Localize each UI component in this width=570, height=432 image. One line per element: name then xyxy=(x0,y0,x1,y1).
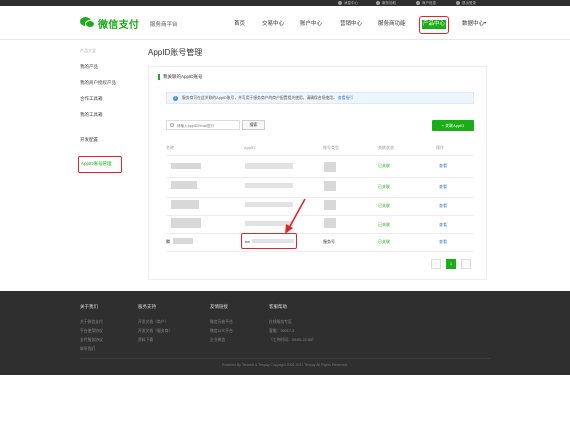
search-button[interactable]: 搜索 xyxy=(242,120,265,130)
column-header-name: 名称 xyxy=(166,145,174,150)
footer-link[interactable]: 开发文档（服务商） xyxy=(138,329,172,334)
search-input[interactable] xyxy=(177,122,237,129)
view-link[interactable]: 查看 xyxy=(439,163,447,169)
nav-transactions[interactable]: 交易中心 xyxy=(262,19,284,27)
search-icon xyxy=(170,123,174,127)
footer-link[interactable]: 企业微信 xyxy=(210,338,225,343)
page-title: AppID账号管理 xyxy=(148,48,203,57)
view-link[interactable]: 查看 xyxy=(439,222,447,228)
footer-heading-about: 关于我们 xyxy=(80,304,98,309)
footer-heading-help: 客服帮助 xyxy=(269,304,287,309)
status-badge: 已关联 xyxy=(378,203,390,208)
footer-link[interactable]: 平台使用协议 xyxy=(80,329,103,334)
sidebar-item-appid-management[interactable]: AppID账号管理 xyxy=(78,156,122,173)
table-divider xyxy=(166,155,474,156)
notice-banner: i 服务商可在此关联的AppID账号，并可用于服务商户的商户配置相关使用。请确保… xyxy=(166,92,474,104)
main-header: 微信支付 服务商平台 首页 交易中心 账户中心 营销中心 服务商功能 产品中心 … xyxy=(0,6,570,40)
table-divider xyxy=(166,197,474,198)
footer-link[interactable]: 微信开放平台 xyxy=(210,320,233,325)
footer-heading-links: 友情链接 xyxy=(210,304,228,309)
search-box xyxy=(166,120,240,130)
redacted-name xyxy=(171,163,201,169)
status-badge: 已关联 xyxy=(378,163,390,168)
page-1-button[interactable]: 1 xyxy=(446,259,456,269)
account-type: 服务号 xyxy=(323,239,335,244)
view-link[interactable]: 查看 xyxy=(439,239,447,245)
footer-link[interactable]: 资料下载 xyxy=(138,338,153,343)
redacted-type xyxy=(324,218,336,228)
footer-link[interactable]: 联系我们 xyxy=(80,347,95,352)
user-icon xyxy=(456,1,460,6)
sidebar-item-my-products[interactable]: 我的产品 xyxy=(80,64,98,70)
redacted-appid xyxy=(245,163,293,169)
redacted-name xyxy=(171,181,197,189)
footer-divider xyxy=(80,358,490,359)
table-divider xyxy=(166,233,474,234)
sidebar-item-my-toolbox[interactable]: 我的工具箱 xyxy=(80,112,103,118)
support-icon xyxy=(376,1,380,6)
redacted-appid xyxy=(245,183,293,188)
prev-page-button[interactable]: ‹ xyxy=(431,259,441,269)
footer-link[interactable]: 关于微信支付 xyxy=(80,320,103,325)
column-header-appid: AppID xyxy=(244,145,256,150)
redacted-appid xyxy=(245,202,293,207)
footer-text: （工作时间：09:00-22:00） xyxy=(269,338,316,342)
sidebar-item-toolbox[interactable]: 合作工具箱 xyxy=(80,96,103,102)
table-divider xyxy=(166,251,474,252)
redacted-type xyxy=(324,162,336,172)
account-name: 腾 xyxy=(166,239,170,244)
footer-link[interactable]: 在线服务专区 xyxy=(269,320,292,325)
status-badge: 已关联 xyxy=(378,239,390,244)
nav-product-center-highlight[interactable]: 产品中心 xyxy=(419,16,449,34)
chevron-down-icon: ▾ xyxy=(484,20,487,25)
footer-link[interactable]: 开发文档（商户） xyxy=(138,320,168,325)
redacted-type xyxy=(324,200,336,210)
sidebar-item-label: AppID账号管理 xyxy=(81,161,112,166)
appid-highlight-box xyxy=(241,233,297,249)
redacted-name xyxy=(171,218,201,228)
nav-marketing[interactable]: 营销中心 xyxy=(340,19,362,27)
section-title: 我关联的AppID账号 xyxy=(158,74,203,80)
next-page-button[interactable]: › xyxy=(461,259,471,269)
footer-heading-support: 服务支持 xyxy=(138,304,156,309)
associate-appid-button[interactable]: + 关联AppID xyxy=(432,120,474,131)
nav-account[interactable]: 账户中心 xyxy=(300,19,322,27)
redacted-appid xyxy=(245,221,293,226)
table-divider xyxy=(166,177,474,178)
redacted-name xyxy=(171,200,199,209)
nav-data-center[interactable]: 数据中心 xyxy=(462,19,484,27)
nav-home[interactable]: 首页 xyxy=(234,19,245,27)
merchant-icon xyxy=(416,1,420,6)
column-header-status: 关联状态 xyxy=(378,145,394,150)
redacted-name xyxy=(173,238,193,244)
footer-link[interactable]: 微信公众平台 xyxy=(210,329,233,334)
wechat-pay-logo[interactable]: 微信支付 xyxy=(80,15,139,31)
platform-name: 服务商平台 xyxy=(150,22,178,28)
redacted-type xyxy=(324,181,336,191)
wechat-pay-logo-icon xyxy=(80,17,95,29)
sidebar-item-authorized-products[interactable]: 我的商户授权产品 xyxy=(80,80,116,86)
footer: 关于我们 关于微信支付 平台使用协议 支付服务协议 联系我们 服务支持 开发文档… xyxy=(0,291,570,375)
nav-product-center[interactable]: 产品中心 xyxy=(422,20,446,29)
view-link[interactable]: 查看 xyxy=(439,184,447,190)
notice-text: 服务商可在此关联的AppID账号，并可用于服务商户的商户配置相关使用。请确保合规… xyxy=(182,96,337,100)
sidebar-item-dev-config[interactable]: 开发配置 xyxy=(80,137,98,143)
nav-partner-functions[interactable]: 服务商功能 xyxy=(378,19,406,27)
view-link[interactable]: 查看 xyxy=(439,203,447,209)
status-badge: 已关联 xyxy=(378,184,390,189)
column-header-action: 操作 xyxy=(436,145,444,150)
column-header-account-type: 账号类型 xyxy=(323,145,339,150)
notice-guide-link[interactable]: 查看指引 xyxy=(338,96,353,100)
table-divider xyxy=(166,215,474,216)
info-icon: i xyxy=(173,96,178,101)
status-badge: 已关联 xyxy=(378,222,390,227)
footer-link[interactable]: 支付服务协议 xyxy=(80,338,103,343)
sidebar-group-label: 产品大全 xyxy=(80,48,96,53)
footer-text: 客服：95017-3 xyxy=(269,329,295,333)
footer-copyright: Powered By Tencent & Tenpay Copyright 20… xyxy=(222,363,348,367)
message-icon xyxy=(338,1,342,6)
appid-panel: 我关联的AppID账号 i 服务商可在此关联的AppID账号，并可用于服务商户的… xyxy=(148,66,487,280)
